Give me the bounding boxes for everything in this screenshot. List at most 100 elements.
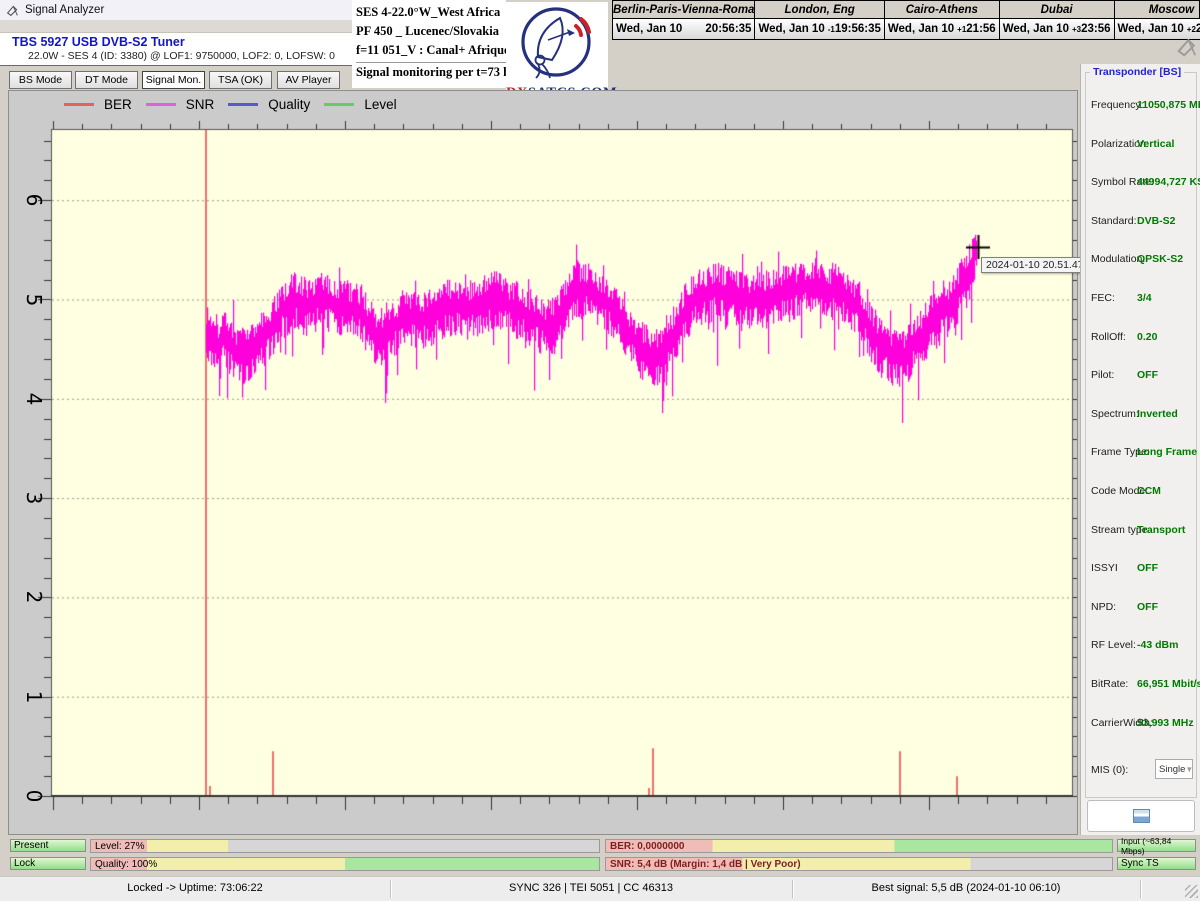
world-clocks: Berlin-Paris-Vienna-Roma Wed, Jan 1020:5… xyxy=(612,0,1200,40)
clock-berlin: Berlin-Paris-Vienna-Roma Wed, Jan 1020:5… xyxy=(613,1,755,39)
transponder-row: CarrierWidth:53,993 MHz xyxy=(1086,705,1196,744)
y-axis-label: 1 xyxy=(21,684,47,710)
tab-bs-mode[interactable]: BS Mode xyxy=(9,71,72,89)
transponder-rows: Frequency:11050,875 MHzPolarization:Vert… xyxy=(1086,87,1196,743)
transponder-row-value: -43 dBm xyxy=(1137,639,1178,651)
mis-select[interactable]: Single ▼ xyxy=(1155,759,1193,779)
transponder-row: Standard:DVB-S2 xyxy=(1086,203,1196,242)
save-button[interactable] xyxy=(1087,800,1195,832)
clock-city: Cairo-Athens xyxy=(885,1,999,19)
transponder-row: Frequency:11050,875 MHz xyxy=(1086,87,1196,126)
transponder-row-value: 44994,727 KS/s xyxy=(1137,176,1200,188)
clock-cairo: Cairo-Athens Wed, Jan 10+121:56 xyxy=(885,1,1000,39)
transponder-row: BitRate:66,951 Mbit/s xyxy=(1086,666,1196,705)
transponder-panel: Transponder [BS] Frequency:11050,875 MHz… xyxy=(1080,64,1200,835)
y-axis-label: 4 xyxy=(21,386,47,412)
transponder-row-value: Vertical xyxy=(1137,138,1174,150)
ber-line-swatch xyxy=(64,103,94,106)
input-badge: Input (~63,84 Mbps) xyxy=(1117,839,1196,852)
clock-date: Wed, Jan 10 xyxy=(616,23,682,35)
transponder-row-value: OFF xyxy=(1137,369,1158,381)
tab-signal-mon[interactable]: Signal Mon. xyxy=(142,71,205,89)
header-line-2: PF 450 _ Lucenec/Slovakia xyxy=(356,22,506,41)
legend-item-snr: SNR xyxy=(146,97,215,112)
lock-badge: Lock xyxy=(10,857,86,870)
app-icon xyxy=(6,4,19,17)
transponder-row: NPD:OFF xyxy=(1086,589,1196,628)
clock-city: Dubai xyxy=(1000,1,1114,19)
status-best-signal: Best signal: 5,5 dB (2024-01-10 06:10) xyxy=(872,882,1061,894)
ber-bar: BER: 0,0000000 xyxy=(605,839,1113,853)
clock-time: 21:56 xyxy=(966,23,995,35)
transponder-row-label: FEC: xyxy=(1091,292,1115,304)
y-axis-label: 3 xyxy=(21,485,47,511)
transponder-groupbox: Transponder [BS] Frequency:11050,875 MHz… xyxy=(1085,72,1197,798)
legend-item-level: Level xyxy=(324,97,396,112)
level-line-swatch xyxy=(324,103,354,106)
save-icon xyxy=(1133,809,1150,823)
transponder-row: RollOff:0.20 xyxy=(1086,319,1196,358)
header-line-4: Signal monitoring per t=73 h. xyxy=(356,63,506,82)
dxsatcs-logo-icon xyxy=(518,2,596,82)
clock-time: 22:56 xyxy=(1196,23,1200,35)
clock-date: Wed, Jan 10 xyxy=(1003,23,1069,35)
monitoring-header: SES 4-22.0°W_West Africa PF 450 _ Lucene… xyxy=(352,0,506,88)
transponder-row: RF Level:-43 dBm xyxy=(1086,627,1196,666)
transponder-row-value: Long Frame xyxy=(1137,446,1197,458)
transponder-row: ISSYIOFF xyxy=(1086,550,1196,589)
tuner-config: 22.0W - SES 4 (ID: 3380) @ LOF1: 9750000… xyxy=(28,50,335,62)
legend-item-ber: BER xyxy=(64,97,132,112)
clock-london: London, Eng Wed, Jan 10-119:56:35 xyxy=(755,1,884,39)
snr-bar: SNR: 5,4 dB (Margin: 1,4 dB | Very Poor) xyxy=(605,857,1113,871)
transponder-row: FEC: 3/4 xyxy=(1086,280,1196,319)
transponder-row-label: Pilot: xyxy=(1091,369,1114,381)
transponder-row-value: Inverted xyxy=(1137,408,1178,420)
clock-date: Wed, Jan 10 xyxy=(888,23,954,35)
y-axis-label: 6 xyxy=(21,187,47,213)
transponder-row-label: RF Level: xyxy=(1091,639,1136,651)
signal-chart-plot[interactable] xyxy=(9,91,1077,834)
tab-tsa[interactable]: TSA (OK) xyxy=(209,71,272,89)
transponder-row-value: 53,993 MHz xyxy=(1137,717,1194,729)
transponder-row: Spectrum:Inverted xyxy=(1086,396,1196,435)
tab-av-player[interactable]: AV Player xyxy=(277,71,340,89)
clock-city: Moscow xyxy=(1115,1,1200,19)
clock-offset: +3 xyxy=(1072,25,1081,34)
transponder-row-value: 66,951 Mbit/s xyxy=(1137,678,1200,690)
clock-moscow: Moscow Wed, Jan 10+222:56 xyxy=(1115,1,1200,39)
transponder-row: Pilot: OFF xyxy=(1086,357,1196,396)
level-bar: Level: 27% xyxy=(90,839,600,853)
transponder-row: Symbol Rate:44994,727 KS/s xyxy=(1086,164,1196,203)
quality-bar: Quality: 100% xyxy=(90,857,600,871)
transponder-row-value: OFF xyxy=(1137,601,1158,613)
legend-item-quality: Quality xyxy=(228,97,310,112)
transponder-row-value: 0.20 xyxy=(1137,331,1157,343)
transponder-row-value: 3/4 xyxy=(1137,292,1152,304)
transponder-row-value: CCM xyxy=(1137,485,1161,497)
transponder-row: Code Mode:CCM xyxy=(1086,473,1196,512)
menu-strip xyxy=(0,20,352,33)
transponder-row: Polarization:Vertical xyxy=(1086,126,1196,165)
clock-offset: +2 xyxy=(1187,25,1196,34)
window-title: Signal Analyzer xyxy=(25,4,104,16)
signal-chart-widget: BER SNR Quality Level 0123456 xyxy=(8,90,1078,835)
status-uptime: Locked -> Uptime: 73:06:22 xyxy=(127,882,262,894)
transponder-row: Modulation:QPSK-S2 xyxy=(1086,241,1196,280)
clock-offset: -1 xyxy=(828,25,835,34)
resize-grip[interactable] xyxy=(1185,885,1198,898)
chart-legend: BER SNR Quality Level xyxy=(64,97,397,112)
clock-offset: +1 xyxy=(957,25,966,34)
clock-date: Wed, Jan 10 xyxy=(1118,23,1184,35)
sync-ts-badge: Sync TS xyxy=(1117,857,1196,870)
tuner-name: TBS 5927 USB DVB-S2 Tuner xyxy=(12,35,185,49)
header-line-1: SES 4-22.0°W_West Africa xyxy=(356,3,506,22)
chevron-down-icon: ▼ xyxy=(1185,765,1195,774)
clock-time: 23:56 xyxy=(1081,23,1110,35)
transponder-row-value: Transport xyxy=(1137,524,1185,536)
header-line-3: f=11 051_V : Canal+ Afrique xyxy=(356,41,506,63)
transponder-row-label: ISSYI xyxy=(1091,562,1118,574)
tab-dt-mode[interactable]: DT Mode xyxy=(75,71,138,89)
mis-label: MIS (0): xyxy=(1091,764,1128,776)
clock-city: London, Eng xyxy=(755,1,883,19)
clock-time: 20:56:35 xyxy=(705,23,751,35)
